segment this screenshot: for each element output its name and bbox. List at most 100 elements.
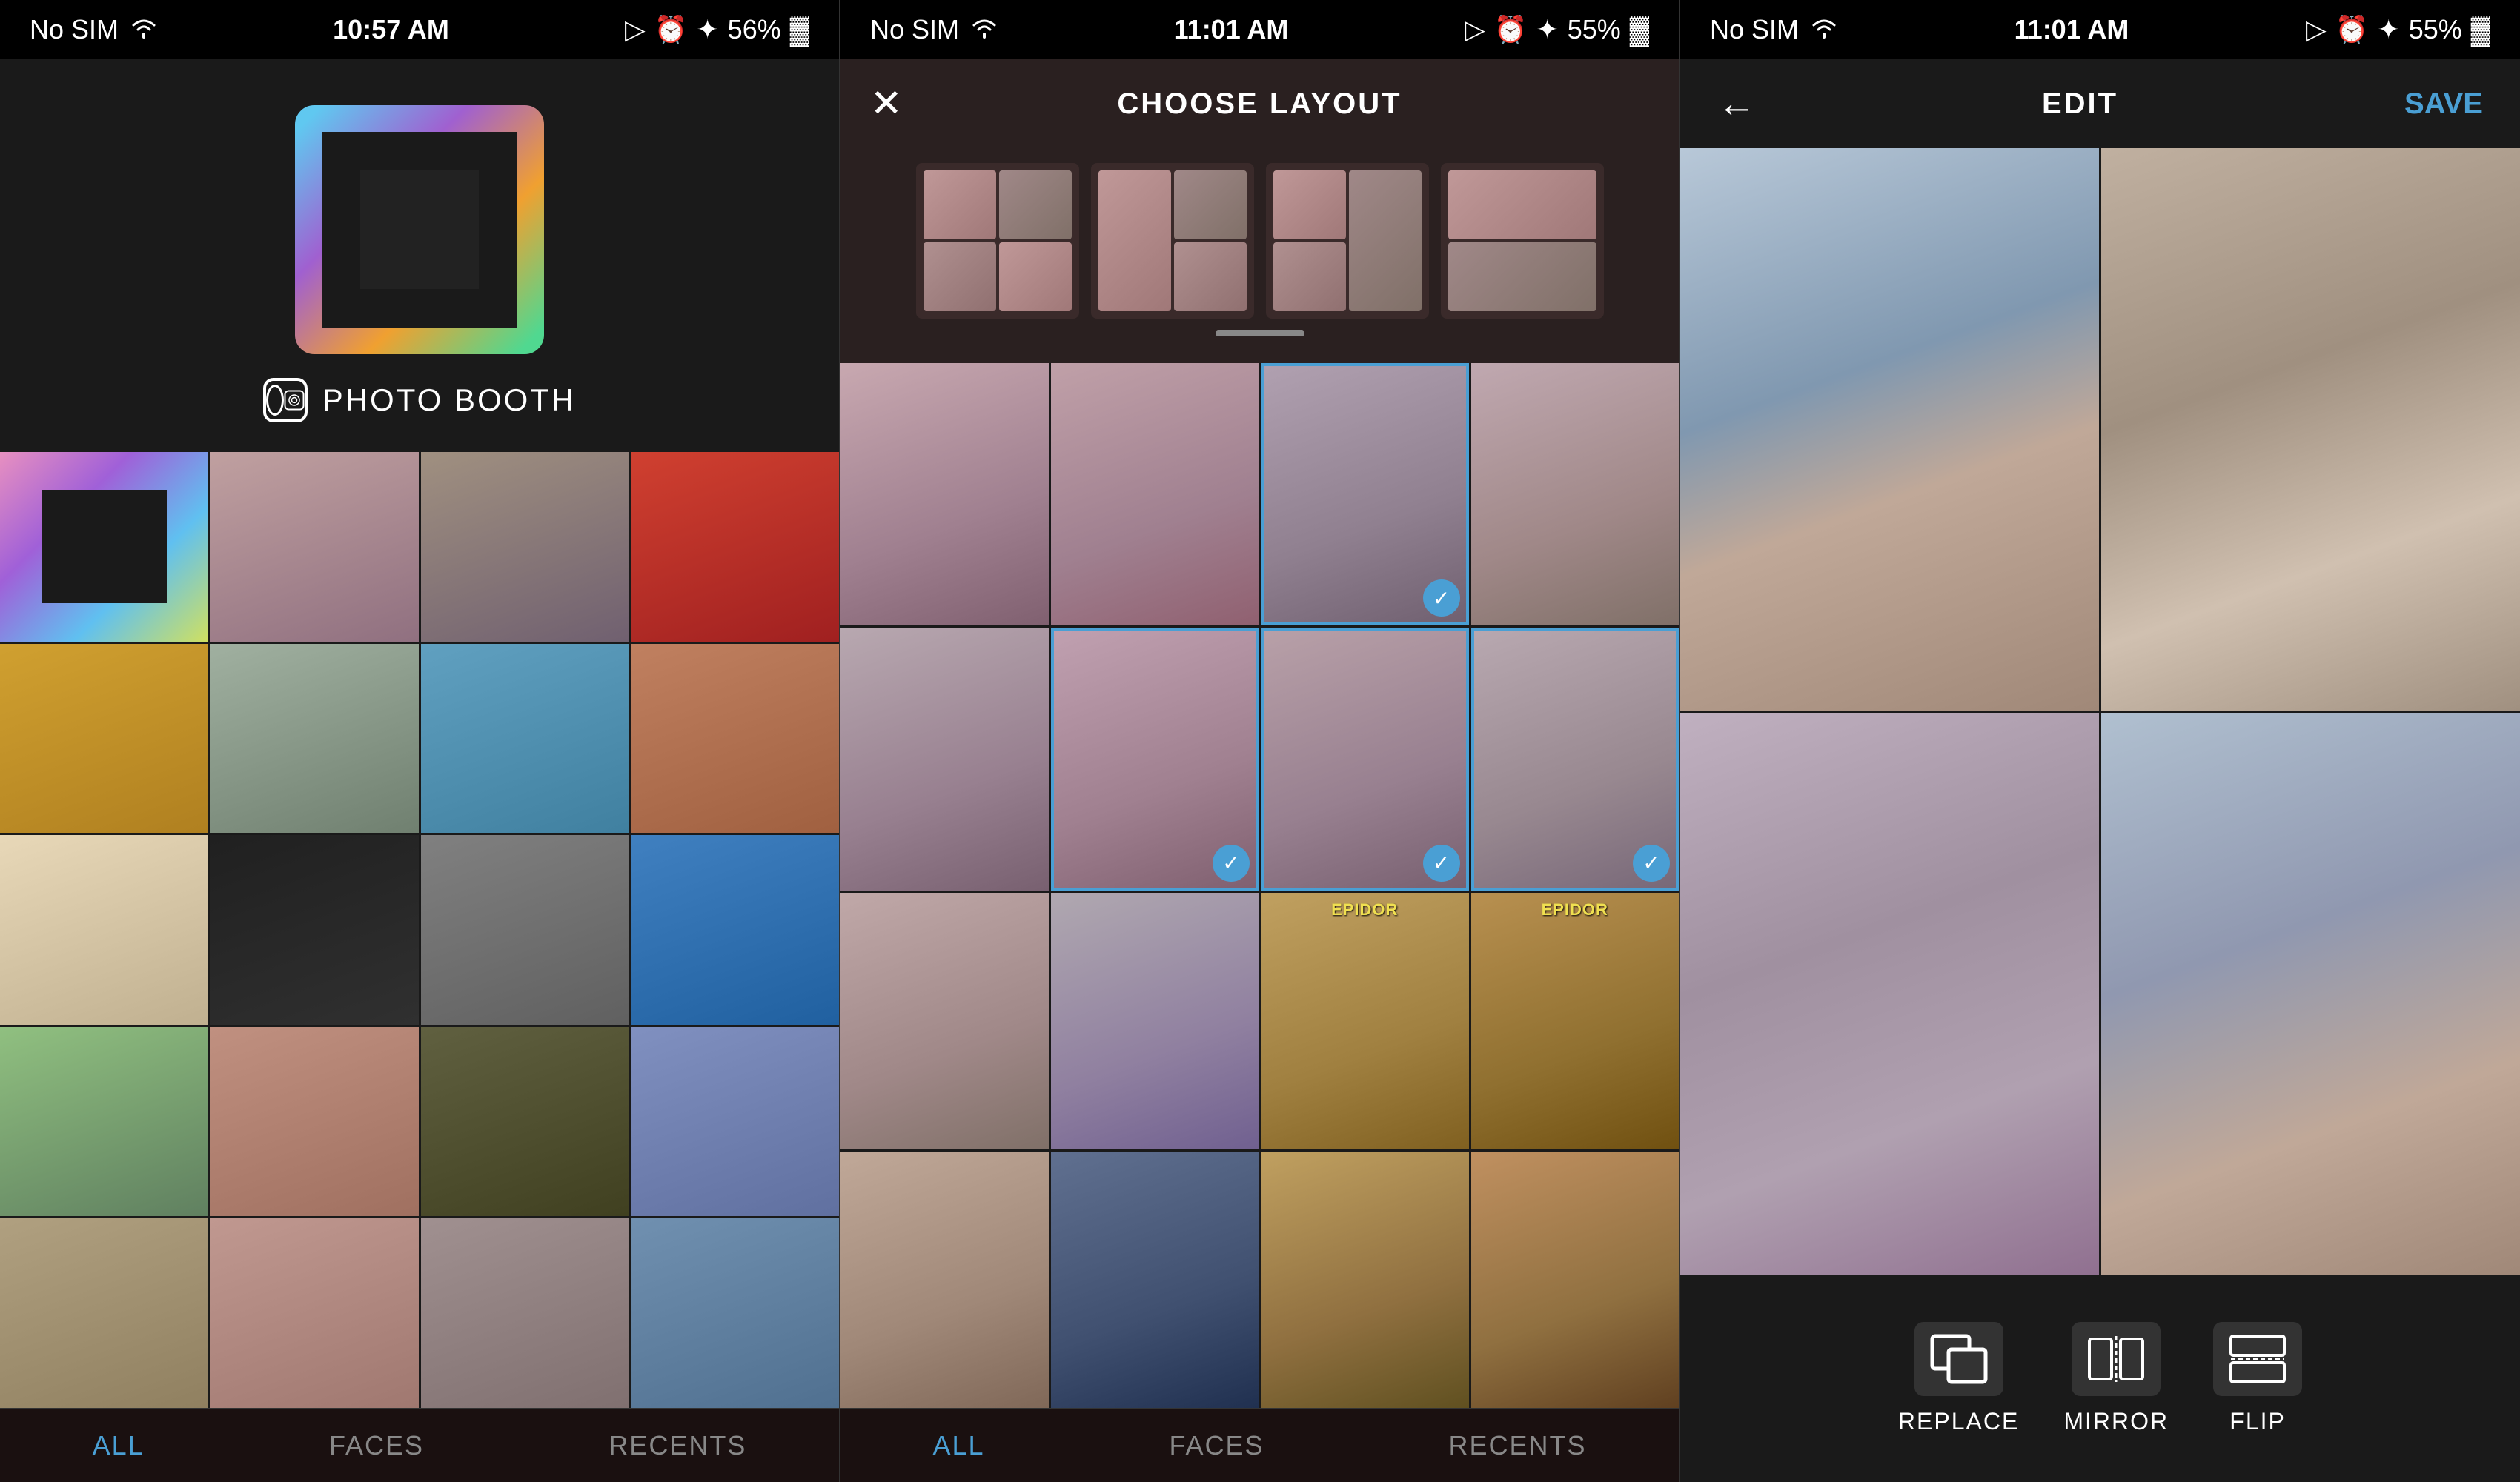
select-cell[interactable] <box>1051 1152 1259 1408</box>
lo-cell <box>1349 170 1422 311</box>
epidor-label-2: EPIDOR <box>1542 900 1608 920</box>
layout-option-1[interactable] <box>916 163 1079 319</box>
tab-recents-1[interactable]: RECENTS <box>609 1430 746 1461</box>
time-2: 11:01 AM <box>1174 14 1289 45</box>
select-cell-selected[interactable]: ✓ <box>1051 628 1259 890</box>
select-cell[interactable] <box>1051 363 1259 625</box>
layout-options-row <box>855 163 1664 319</box>
selection-check: ✓ <box>1423 579 1460 617</box>
photo-cell[interactable] <box>631 835 839 1025</box>
tab-recents-2[interactable]: RECENTS <box>1448 1430 1586 1461</box>
epidor-label: EPIDOR <box>1331 900 1398 920</box>
photo-cell[interactable] <box>0 644 208 834</box>
close-button[interactable]: ✕ <box>870 82 903 126</box>
replace-icon <box>1929 1333 1989 1385</box>
photo-cell[interactable] <box>0 1218 208 1408</box>
selection-check: ✓ <box>1423 845 1460 882</box>
select-cell-selected[interactable]: ✓ <box>1261 363 1469 625</box>
replace-button[interactable]: REPLACE <box>1898 1322 2019 1435</box>
bottom-tabs-2: ALL FACES RECENTS <box>840 1408 1679 1482</box>
select-cell-selected[interactable]: ✓ <box>1471 628 1680 890</box>
alarm-icon-2: ⏰ <box>1494 14 1528 45</box>
select-grid: ✓ ✓ ✓ ✓ <box>840 363 1679 1408</box>
location-icon-1: ▷ <box>625 14 646 45</box>
select-cell[interactable] <box>840 363 1049 625</box>
photo-cell[interactable] <box>631 644 839 834</box>
layout-option-3[interactable] <box>1266 163 1429 319</box>
mirror-button[interactable]: MIRROR <box>2063 1322 2169 1435</box>
battery-icon-1: ▓ <box>790 14 809 45</box>
wifi-icon-3 <box>1811 14 1837 45</box>
select-cell[interactable] <box>1051 893 1259 1149</box>
bottom-tabs-1: ALL FACES RECENTS <box>0 1408 839 1482</box>
save-button[interactable]: SAVE <box>2404 87 2483 121</box>
tab-faces-1[interactable]: FACES <box>329 1430 424 1461</box>
edit-cell-br[interactable] <box>2101 713 2520 1275</box>
bt-icon-2: ✦ <box>1536 14 1559 45</box>
lo-cell <box>1174 242 1247 311</box>
tab-faces-2[interactable]: FACES <box>1169 1430 1264 1461</box>
edit-cell-bl[interactable] <box>1680 713 2099 1275</box>
edit-toolbar: REPLACE MIRROR <box>1680 1275 2520 1482</box>
layout-options-area <box>840 148 1679 363</box>
lo-cell <box>999 242 1072 311</box>
toolbar-buttons: REPLACE MIRROR <box>1898 1322 2302 1435</box>
time-1: 10:57 AM <box>333 14 449 45</box>
select-cell[interactable]: EPIDOR <box>1261 893 1469 1149</box>
photo-cell[interactable] <box>631 1218 839 1408</box>
choose-layout-title: CHOOSE LAYOUT <box>1117 87 1402 121</box>
edit-header: ← EDIT SAVE <box>1680 59 2520 148</box>
nosim-label-2: No SIM <box>870 14 959 45</box>
photo-cell[interactable] <box>0 1027 208 1217</box>
select-cell[interactable] <box>840 893 1049 1149</box>
layout-option-2[interactable] <box>1091 163 1254 319</box>
photo-cell[interactable] <box>0 452 208 642</box>
edit-cell-tr[interactable] <box>2101 148 2520 711</box>
status-right-2: ▷ ⏰ ✦ 55% ▓ <box>1465 14 1649 45</box>
photo-grid-1 <box>0 452 839 1408</box>
battery-pct-3: 55% <box>2409 14 2462 45</box>
tab-all-2[interactable]: ALL <box>932 1430 984 1461</box>
photo-cell[interactable] <box>421 1218 629 1408</box>
photo-cell[interactable] <box>210 1027 419 1217</box>
nosim-label-1: No SIM <box>30 14 119 45</box>
photo-cell[interactable] <box>421 835 629 1025</box>
photo-select-area: ✓ ✓ ✓ ✓ <box>840 363 1679 1408</box>
photo-cell[interactable] <box>631 1027 839 1217</box>
select-cell[interactable] <box>1471 363 1680 625</box>
status-right-3: ▷ ⏰ ✦ 55% ▓ <box>2306 14 2490 45</box>
layout-option-4[interactable] <box>1441 163 1604 319</box>
layout-header: ✕ CHOOSE LAYOUT <box>840 59 1679 148</box>
selection-check: ✓ <box>1213 845 1250 882</box>
photo-cell[interactable] <box>631 452 839 642</box>
select-cell-selected[interactable]: ✓ <box>1261 628 1469 890</box>
mirror-icon-bg <box>2072 1322 2161 1396</box>
photo-cell[interactable] <box>210 452 419 642</box>
location-icon-3: ▷ <box>2306 14 2327 45</box>
status-bar-2: No SIM 11:01 AM ▷ ⏰ ✦ 55% ▓ <box>840 0 1679 59</box>
tab-all-1[interactable]: ALL <box>93 1430 145 1461</box>
select-cell[interactable] <box>840 1152 1049 1408</box>
edit-cell-tl[interactable] <box>1680 148 2099 711</box>
wifi-icon-1 <box>130 14 157 45</box>
photo-cell[interactable] <box>421 1027 629 1217</box>
status-left-2: No SIM <box>870 14 998 45</box>
select-cell[interactable] <box>840 628 1049 890</box>
back-button[interactable]: ← <box>1717 82 1756 126</box>
photo-cell[interactable] <box>421 644 629 834</box>
rainbow-logo <box>294 104 546 356</box>
photo-cell[interactable] <box>210 644 419 834</box>
select-cell[interactable] <box>1261 1152 1469 1408</box>
select-cell[interactable]: EPIDOR <box>1471 893 1680 1149</box>
lo-cell <box>1273 242 1346 311</box>
photo-cell[interactable] <box>210 1218 419 1408</box>
lo-cell <box>1448 242 1596 311</box>
select-cell[interactable] <box>1471 1152 1680 1408</box>
battery-icon-2: ▓ <box>1630 14 1649 45</box>
photo-cell[interactable] <box>421 452 629 642</box>
photo-cell[interactable] <box>210 835 419 1025</box>
photo-cell[interactable] <box>0 835 208 1025</box>
edit-title: EDIT <box>2042 87 2118 121</box>
lo-cell <box>1448 170 1596 239</box>
flip-button[interactable]: FLIP <box>2213 1322 2302 1435</box>
